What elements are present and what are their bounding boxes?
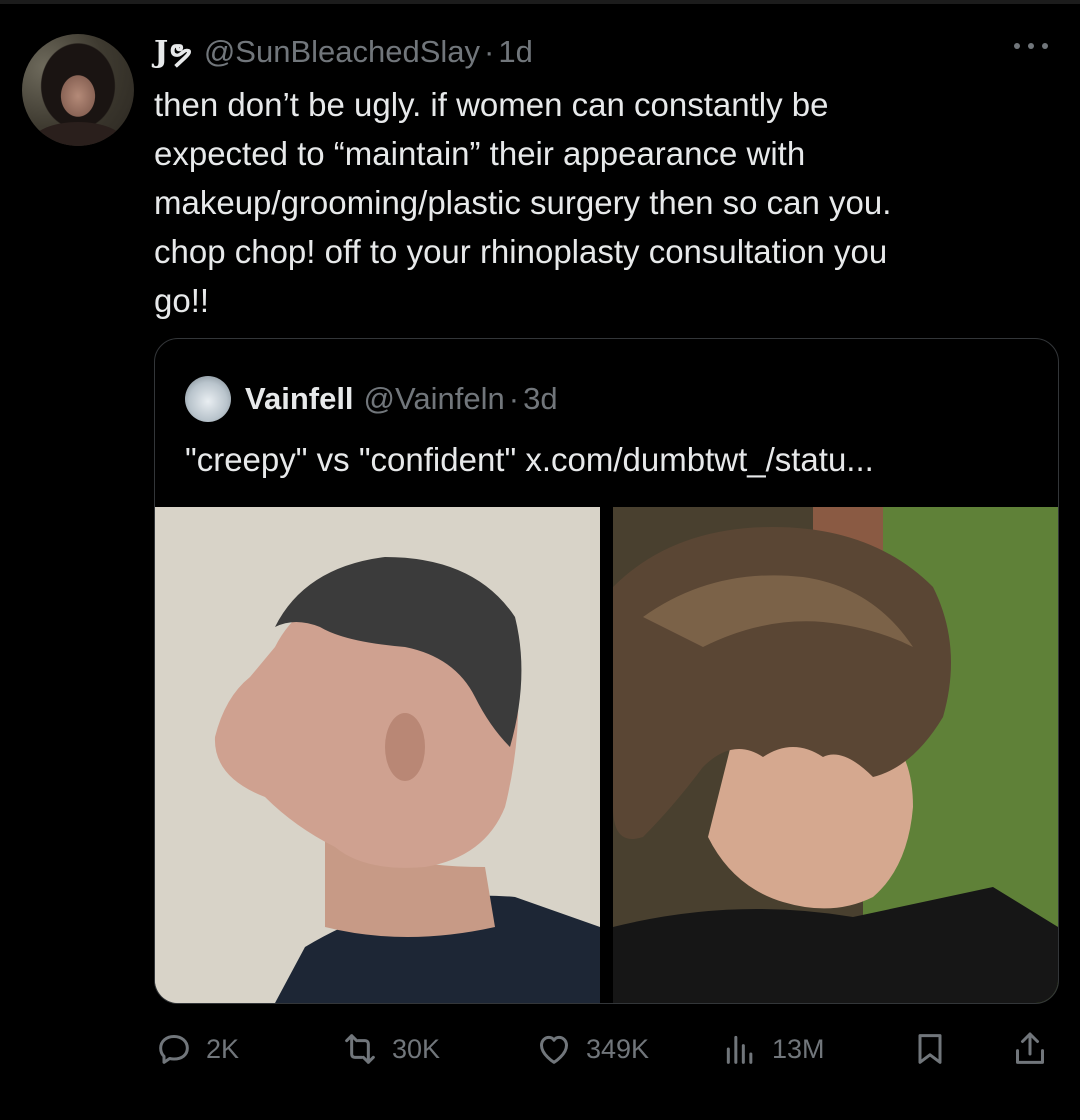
quoted-display-name[interactable]: Vainfell bbox=[245, 381, 354, 417]
reply-button[interactable]: 2K bbox=[154, 1024, 239, 1074]
tweet-actions: 2K 30K 349K 13M bbox=[154, 1024, 1054, 1074]
like-button[interactable]: 349K bbox=[534, 1024, 649, 1074]
tweet-text-line: chop chop! off to your rhinoplasty consu… bbox=[154, 233, 888, 270]
repost-count: 30K bbox=[392, 1033, 441, 1064]
views-count: 13M bbox=[772, 1033, 825, 1064]
tweet-header: Jຯ @SunBleachedSlay · 1d bbox=[154, 32, 533, 72]
tweet-text-line: then don’t be ugly. if women can constan… bbox=[154, 86, 829, 123]
repost-icon bbox=[345, 1034, 375, 1064]
share-icon bbox=[1016, 1032, 1044, 1064]
quoted-tweet-card[interactable]: Vainfell @Vainfeln · 3d "creepy" vs "con… bbox=[154, 338, 1059, 1004]
views-button[interactable]: 13M bbox=[720, 1024, 825, 1074]
quoted-tweet-header: Vainfell @Vainfeln · 3d bbox=[185, 376, 558, 422]
media-image-left[interactable] bbox=[155, 507, 600, 1003]
tweet-timestamp[interactable]: 1d bbox=[498, 34, 532, 70]
tweet-text-line: makeup/grooming/plastic surgery then so … bbox=[154, 184, 892, 221]
quoted-tweet-timestamp[interactable]: 3d bbox=[523, 381, 557, 417]
reply-count: 2K bbox=[206, 1033, 240, 1064]
profile-photo-left bbox=[155, 507, 600, 1003]
tweet-text-line: go!! bbox=[154, 282, 210, 319]
top-divider bbox=[0, 0, 1080, 4]
tweet-text: then don’t be ugly. if women can constan… bbox=[154, 80, 1054, 325]
profile-photo-right bbox=[613, 507, 1058, 1003]
more-icon[interactable] bbox=[1008, 36, 1054, 56]
heart-icon bbox=[540, 1035, 568, 1064]
user-avatar[interactable] bbox=[22, 34, 134, 146]
display-name[interactable]: Jຯ bbox=[154, 35, 192, 70]
quoted-user-handle[interactable]: @Vainfeln bbox=[364, 381, 505, 417]
views-icon bbox=[726, 1035, 753, 1064]
share-button[interactable] bbox=[1010, 1024, 1050, 1074]
like-count: 349K bbox=[586, 1033, 650, 1064]
avatar-shoulders bbox=[32, 122, 124, 146]
user-handle[interactable]: @SunBleachedSlay bbox=[204, 34, 480, 70]
quoted-tweet-text: "creepy" vs "confident" x.com/dumbtwt_/s… bbox=[185, 441, 874, 478]
media-image-right[interactable] bbox=[613, 507, 1058, 1003]
bookmark-button[interactable] bbox=[910, 1024, 950, 1074]
reply-icon bbox=[159, 1035, 189, 1064]
quoted-user-avatar[interactable] bbox=[185, 376, 231, 422]
separator-dot: · bbox=[484, 34, 495, 69]
repost-button[interactable]: 30K bbox=[340, 1024, 440, 1074]
separator-dot: · bbox=[508, 381, 520, 416]
tweet-text-line: expected to “maintain” their appearance … bbox=[154, 135, 806, 172]
quoted-tweet-media bbox=[155, 507, 1058, 1003]
bookmark-icon bbox=[918, 1034, 942, 1064]
